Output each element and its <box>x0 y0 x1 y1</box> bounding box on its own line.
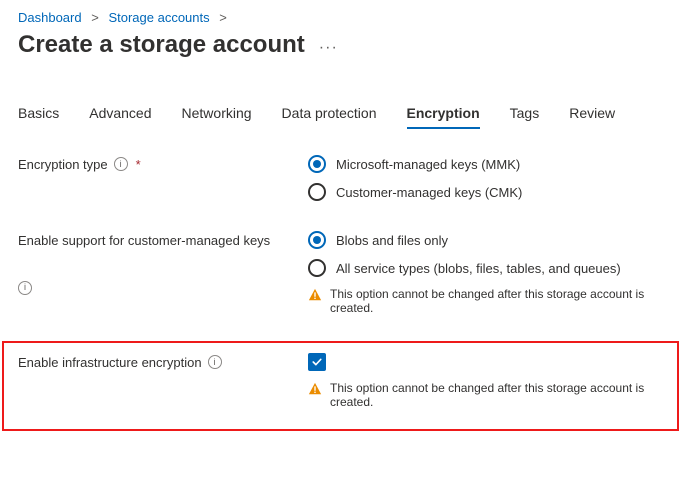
note-text: This option cannot be changed after this… <box>330 381 663 409</box>
radio-icon <box>308 231 326 249</box>
encryption-type-option-mmk[interactable]: Microsoft-managed keys (MMK) <box>308 155 667 173</box>
required-indicator: * <box>136 157 141 172</box>
infra-encryption-checkbox[interactable] <box>308 353 663 371</box>
option-label: Blobs and files only <box>336 233 448 248</box>
warning-icon <box>308 288 322 302</box>
info-icon[interactable]: i <box>208 355 222 369</box>
infra-encryption-label: Enable infrastructure encryption <box>18 355 202 370</box>
cmk-support-label: Enable support for customer-managed keys <box>18 233 270 248</box>
tab-data-protection[interactable]: Data protection <box>282 101 377 129</box>
cmk-support-option-blobs-files[interactable]: Blobs and files only <box>308 231 667 249</box>
breadcrumb-item-storage-accounts[interactable]: Storage accounts <box>108 10 209 25</box>
tab-networking[interactable]: Networking <box>182 101 252 129</box>
tab-tags[interactable]: Tags <box>510 101 540 129</box>
encryption-type-label: Encryption type <box>18 157 108 172</box>
encryption-type-option-cmk[interactable]: Customer-managed keys (CMK) <box>308 183 667 201</box>
tab-review[interactable]: Review <box>569 101 615 129</box>
option-label: Microsoft-managed keys (MMK) <box>336 157 520 172</box>
breadcrumb-item-dashboard[interactable]: Dashboard <box>18 10 82 25</box>
checkbox-checked-icon <box>308 353 326 371</box>
breadcrumb: Dashboard > Storage accounts > <box>0 0 685 25</box>
warning-icon <box>308 382 322 396</box>
tab-encryption[interactable]: Encryption <box>407 101 480 129</box>
cmk-support-option-all-services[interactable]: All service types (blobs, files, tables,… <box>308 259 667 277</box>
tab-basics[interactable]: Basics <box>18 101 59 129</box>
chevron-right-icon: > <box>91 10 99 25</box>
infra-encryption-note: This option cannot be changed after this… <box>308 381 663 409</box>
note-text: This option cannot be changed after this… <box>330 287 667 315</box>
radio-icon <box>308 155 326 173</box>
infra-encryption-highlight: Enable infrastructure encryption i <box>2 341 679 431</box>
info-icon[interactable]: i <box>114 157 128 171</box>
cmk-support-note: This option cannot be changed after this… <box>308 287 667 315</box>
option-label: Customer-managed keys (CMK) <box>336 185 522 200</box>
tabs: Basics Advanced Networking Data protecti… <box>0 69 685 129</box>
option-label: All service types (blobs, files, tables,… <box>336 261 621 276</box>
chevron-right-icon: > <box>219 10 227 25</box>
more-actions-button[interactable]: ··· <box>319 39 338 57</box>
page-title: Create a storage account <box>18 31 305 59</box>
radio-icon <box>308 183 326 201</box>
info-icon[interactable]: i <box>18 281 32 295</box>
radio-icon <box>308 259 326 277</box>
tab-advanced[interactable]: Advanced <box>89 101 151 129</box>
